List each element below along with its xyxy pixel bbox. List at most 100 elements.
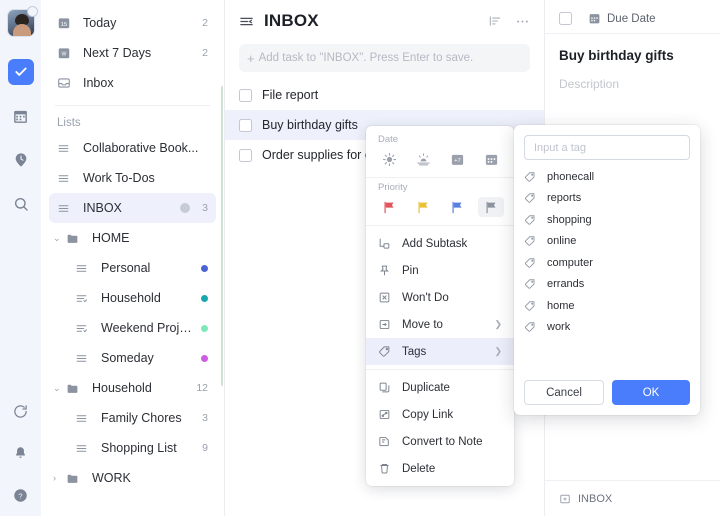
sidebar-item-household-home[interactable]: Household xyxy=(49,283,216,313)
detail-footer[interactable]: INBOX xyxy=(545,480,720,516)
copy-link-icon xyxy=(378,408,394,421)
context-item-tags[interactable]: Tags ❯ xyxy=(366,338,514,365)
priority-high-flag-icon[interactable] xyxy=(376,197,402,217)
sidebar-item-someday[interactable]: Someday xyxy=(49,343,216,373)
due-date-label: Due Date xyxy=(607,12,656,25)
collapse-sidebar-icon[interactable] xyxy=(239,14,254,29)
priority-medium-flag-icon[interactable] xyxy=(410,197,436,217)
priority-none-flag-icon[interactable] xyxy=(478,197,504,217)
sidebar-item-collaborative-book[interactable]: Collaborative Book... xyxy=(49,133,216,163)
sidebar-folder-label: HOME xyxy=(92,231,130,245)
context-item-wont-do[interactable]: Won't Do xyxy=(366,284,514,311)
rail-item-search[interactable] xyxy=(8,191,34,217)
calendar-icon xyxy=(12,108,29,125)
context-item-pin[interactable]: Pin xyxy=(366,257,514,284)
page-title: INBOX xyxy=(264,11,319,30)
sidebar-item-shopping-list[interactable]: Shopping List 9 xyxy=(49,433,216,463)
task-row[interactable]: File report xyxy=(225,80,544,110)
tag-option[interactable]: reports xyxy=(524,188,690,210)
tag-search-input[interactable]: Input a tag xyxy=(524,135,690,160)
sidebar-folder-household[interactable]: ⌄ Household 12 xyxy=(49,373,216,403)
today-sun-icon[interactable] xyxy=(376,149,402,169)
sidebar-item-inbox[interactable]: Inbox xyxy=(49,68,216,98)
sidebar-folder-count: 12 xyxy=(196,382,208,394)
tag-label: errands xyxy=(547,278,585,291)
next-week-plus7-icon[interactable]: +7 xyxy=(444,149,470,169)
due-date-button[interactable]: Due Date xyxy=(588,12,656,25)
sidebar-item-count: 2 xyxy=(202,17,208,29)
cancel-button[interactable]: Cancel xyxy=(524,380,604,405)
tomorrow-sunset-icon[interactable] xyxy=(410,149,436,169)
rail-item-tasks[interactable] xyxy=(7,59,34,85)
tag-option[interactable]: shopping xyxy=(524,209,690,231)
gear-icon[interactable] xyxy=(180,203,191,213)
avatar[interactable] xyxy=(6,6,38,37)
move-to-icon xyxy=(378,318,394,331)
more-options-icon[interactable] xyxy=(515,14,530,29)
sidebar-item-weekend-projects[interactable]: Weekend Projects xyxy=(49,313,216,343)
sidebar-item-work-to-dos[interactable]: Work To-Dos xyxy=(49,163,216,193)
sidebar-folder-work[interactable]: › WORK xyxy=(49,463,216,493)
add-task-input[interactable]: + Add task to "INBOX". Press Enter to sa… xyxy=(239,44,530,72)
custom-date-calendar-icon[interactable] xyxy=(478,149,504,169)
detail-description-placeholder[interactable]: Description xyxy=(545,63,720,91)
sidebar-item-count: 2 xyxy=(202,47,208,59)
rail-item-help[interactable]: ? xyxy=(8,482,34,508)
tag-option[interactable]: errands xyxy=(524,274,690,296)
sidebar-folder-home[interactable]: ⌄ HOME xyxy=(49,223,216,253)
rail-item-calendar[interactable] xyxy=(8,103,34,129)
context-item-duplicate[interactable]: Duplicate xyxy=(366,374,514,401)
sidebar-item-label: Household xyxy=(101,291,161,305)
app-window: ? 15 Today 2 W Next 7 Days 2 Inbox Lists… xyxy=(0,0,720,516)
rail-item-sync[interactable] xyxy=(8,398,34,424)
list-color-dot xyxy=(201,324,208,332)
sidebar-item-label: Weekend Projects xyxy=(101,321,195,335)
tag-option[interactable]: computer xyxy=(524,252,690,274)
detail-header: Due Date xyxy=(545,4,720,34)
priority-low-flag-icon[interactable] xyxy=(444,197,470,217)
context-item-label: Won't Do xyxy=(402,291,449,304)
tag-label: computer xyxy=(547,256,593,269)
context-item-copy-link[interactable]: Copy Link xyxy=(366,401,514,428)
sidebar-item-next-7-days[interactable]: W Next 7 Days 2 xyxy=(49,38,216,68)
rail-item-notifications[interactable] xyxy=(8,440,34,466)
sort-icon[interactable] xyxy=(488,14,502,28)
tag-option[interactable]: work xyxy=(524,317,690,339)
rail-item-pomodoro[interactable] xyxy=(8,147,34,173)
context-item-move-to[interactable]: Move to ❯ xyxy=(366,311,514,338)
detail-task-checkbox[interactable] xyxy=(559,12,572,25)
detail-title[interactable]: Buy birthday gifts xyxy=(545,34,720,63)
context-item-add-subtask[interactable]: Add Subtask xyxy=(366,230,514,257)
list-icon xyxy=(75,352,93,365)
chevron-down-icon[interactable]: ⌄ xyxy=(53,233,64,244)
chevron-down-icon[interactable]: ⌄ xyxy=(53,383,64,394)
task-list-header: INBOX xyxy=(225,4,544,38)
sidebar-item-label: Shopping List xyxy=(101,441,177,455)
chevron-right-icon[interactable]: › xyxy=(53,473,64,483)
context-date-label: Date xyxy=(378,134,399,145)
task-checkbox[interactable] xyxy=(239,118,252,132)
icon-rail: ? xyxy=(0,0,41,516)
sidebar-scrollbar[interactable] xyxy=(221,86,223,386)
add-task-placeholder: Add task to "INBOX". Press Enter to save… xyxy=(258,52,474,64)
tag-popup-actions: Cancel OK xyxy=(524,380,690,405)
sidebar-item-label: Next 7 Days xyxy=(83,46,152,60)
search-icon xyxy=(13,196,29,212)
task-checkbox[interactable] xyxy=(239,148,252,162)
context-item-delete[interactable]: Delete xyxy=(366,455,514,482)
folder-icon xyxy=(66,472,84,485)
svg-text:?: ? xyxy=(18,491,22,500)
sidebar-folder-label: WORK xyxy=(92,471,131,485)
ok-button[interactable]: OK xyxy=(612,380,690,405)
sidebar-item-family-chores[interactable]: Family Chores 3 xyxy=(49,403,216,433)
context-item-convert-to-note[interactable]: Convert to Note xyxy=(366,428,514,455)
detail-footer-list-label: INBOX xyxy=(578,492,613,505)
tag-icon xyxy=(524,171,540,183)
sidebar-item-inbox-list[interactable]: INBOX 3 xyxy=(49,193,216,223)
tag-option[interactable]: home xyxy=(524,295,690,317)
task-checkbox[interactable] xyxy=(239,88,252,102)
sidebar-item-today[interactable]: 15 Today 2 xyxy=(49,8,216,38)
tag-option[interactable]: online xyxy=(524,231,690,253)
sidebar-item-personal[interactable]: Personal xyxy=(49,253,216,283)
tag-option[interactable]: phonecall xyxy=(524,166,690,188)
